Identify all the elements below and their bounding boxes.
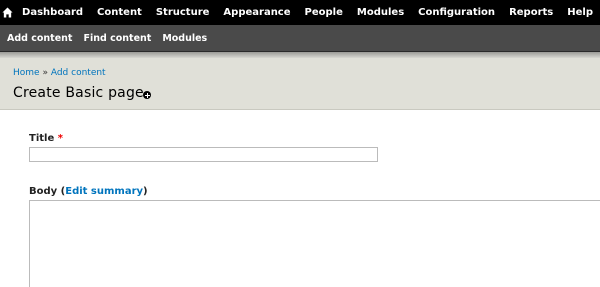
title-label-text: Title bbox=[29, 133, 55, 144]
menu-reports[interactable]: Reports bbox=[502, 0, 560, 25]
menu-people[interactable]: People bbox=[298, 0, 350, 25]
shortcut-add-content[interactable]: Add content bbox=[7, 33, 72, 44]
menu-configuration[interactable]: Configuration bbox=[411, 0, 502, 25]
menu-appearance[interactable]: Appearance bbox=[216, 0, 297, 25]
body-label: Body (Edit summary) bbox=[29, 186, 148, 197]
breadcrumb-add-content[interactable]: Add content bbox=[51, 68, 106, 78]
page-title: Create Basic page bbox=[13, 85, 144, 101]
shortcut-find-content[interactable]: Find content bbox=[83, 33, 151, 44]
body-paren-close: ) bbox=[143, 186, 148, 197]
shortcut-modules[interactable]: Modules bbox=[162, 33, 207, 44]
toolbar-menu: Dashboard Content Structure Appearance P… bbox=[15, 0, 600, 25]
body-textarea[interactable] bbox=[29, 200, 600, 287]
menu-help[interactable]: Help bbox=[560, 0, 600, 25]
shortcut-bar: Add content Find content Modules bbox=[0, 25, 600, 52]
breadcrumb-home[interactable]: Home bbox=[13, 68, 40, 78]
plus-circle-icon[interactable] bbox=[143, 91, 151, 99]
menu-structure[interactable]: Structure bbox=[149, 0, 217, 25]
home-icon[interactable] bbox=[0, 0, 15, 25]
menu-dashboard[interactable]: Dashboard bbox=[15, 0, 90, 25]
page-header: Home » Add content Create Basic page bbox=[0, 58, 600, 110]
title-label: Title * bbox=[29, 133, 63, 144]
admin-toolbar: Dashboard Content Structure Appearance P… bbox=[0, 0, 600, 25]
breadcrumb: Home » Add content bbox=[13, 68, 106, 78]
breadcrumb-separator: » bbox=[42, 68, 48, 78]
title-input[interactable] bbox=[29, 147, 378, 162]
menu-modules[interactable]: Modules bbox=[350, 0, 411, 25]
edit-summary-link[interactable]: Edit summary bbox=[65, 186, 143, 197]
required-marker: * bbox=[57, 133, 63, 144]
body-label-text: Body bbox=[29, 186, 58, 197]
menu-content[interactable]: Content bbox=[90, 0, 149, 25]
